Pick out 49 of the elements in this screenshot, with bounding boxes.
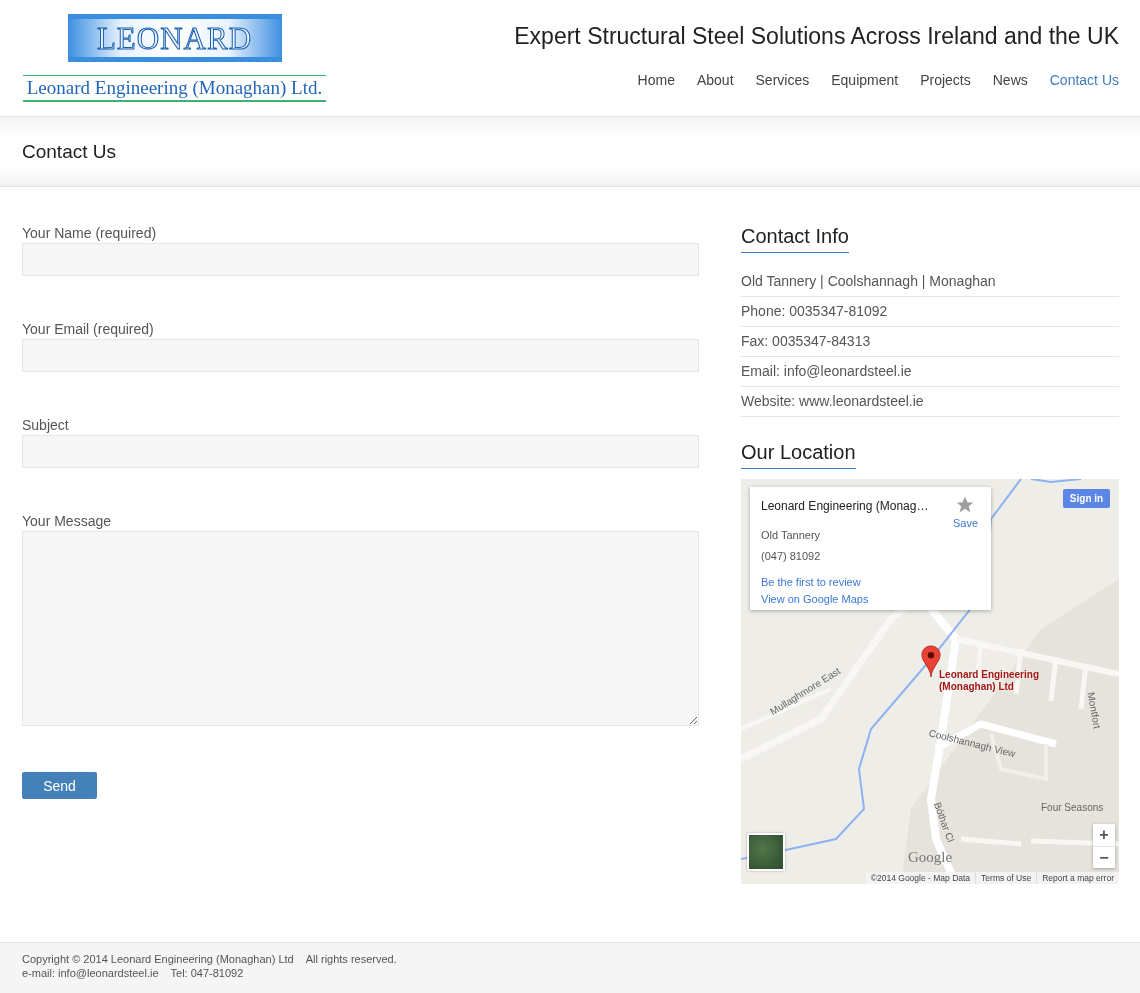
page-title: Contact Us bbox=[22, 140, 116, 163]
street-label: Montfort bbox=[1085, 691, 1103, 730]
zoom-out-button[interactable]: − bbox=[1093, 846, 1115, 868]
contact-info-item: Phone: 0035347-81092 bbox=[741, 297, 1119, 327]
satellite-thumbnail[interactable] bbox=[747, 833, 785, 871]
street-label: Bóthar Cl bbox=[931, 800, 957, 844]
place-address: Old Tannery bbox=[761, 529, 821, 541]
sign-in-button[interactable]: Sign in bbox=[1063, 489, 1110, 508]
contact-info-item: Email: info@leonardsteel.ie bbox=[741, 357, 1119, 387]
field-label: Your Email (required) bbox=[22, 321, 155, 337]
nav-link[interactable]: News bbox=[992, 72, 1028, 88]
section-heading: Contact Info bbox=[741, 225, 849, 253]
logo-company-name: Leonard Engineering (Monaghan) Ltd. bbox=[23, 75, 326, 102]
street-label: Four Seasons bbox=[1041, 802, 1104, 813]
map-link[interactable]: View on Google Maps bbox=[761, 593, 869, 605]
contact-info-item: Fax: 0035347-84313 bbox=[741, 327, 1119, 357]
map-link[interactable]: Be the first to review bbox=[761, 576, 869, 588]
zoom-in-button[interactable]: + bbox=[1093, 824, 1115, 846]
nav-link[interactable]: Projects bbox=[920, 72, 971, 88]
nav-link[interactable]: Home bbox=[637, 72, 675, 88]
map-provider-logo: Google bbox=[908, 849, 953, 866]
section-heading: Our Location bbox=[741, 441, 856, 469]
nav-link[interactable]: About bbox=[696, 72, 734, 88]
nav-link[interactable]: Equipment bbox=[831, 72, 899, 88]
footer-text: e-mail: info@leonardsteel.ie bbox=[22, 967, 159, 979]
contact-info-item: Website: www.leonardsteel.ie bbox=[741, 387, 1119, 417]
map-footer-link[interactable]: Terms of Use bbox=[975, 872, 1037, 884]
field-label: Your Message bbox=[22, 513, 112, 529]
input-field[interactable] bbox=[22, 339, 699, 372]
place-phone: (047) 81092 bbox=[761, 550, 821, 562]
contact-info-item: Old Tannery | Coolshannagh | Monaghan bbox=[741, 267, 1119, 297]
map-footer-link[interactable]: Report a map error bbox=[1036, 872, 1119, 884]
map-pin-icon bbox=[921, 645, 941, 678]
place-name: Leonard Engineering (Monag… bbox=[761, 499, 929, 513]
nav-link[interactable]: Services bbox=[755, 72, 810, 88]
map-attribution: ©2014 Google - Map Data bbox=[869, 872, 972, 884]
input-field[interactable] bbox=[22, 435, 699, 468]
nav-link[interactable]: Contact Us bbox=[1049, 72, 1119, 88]
message-field[interactable] bbox=[22, 531, 699, 726]
footer-text: All rights reserved. bbox=[305, 953, 397, 965]
footer-text: Tel: 047-81092 bbox=[170, 967, 244, 979]
map-place-label: Leonard Engineering (Monaghan) Ltd bbox=[939, 669, 1039, 693]
send-button[interactable]: Send bbox=[22, 772, 97, 799]
input-field[interactable] bbox=[22, 243, 699, 276]
footer-text: Copyright © 2014 Leonard Engineering (Monaghan) Ltd bbox=[22, 953, 294, 965]
field-label: Subject bbox=[22, 417, 70, 433]
site-tagline: Expert Structural Steel Solutions Across Ireland and the UK bbox=[514, 23, 1119, 50]
field-label: Your Name (required) bbox=[22, 225, 158, 241]
save-link[interactable]: Save bbox=[952, 517, 978, 529]
